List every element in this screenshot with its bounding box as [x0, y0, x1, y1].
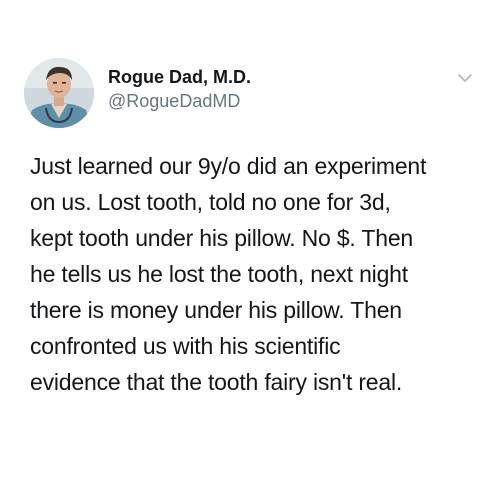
author-handle[interactable]: @RogueDadMD: [108, 91, 240, 112]
tweet-text-line: confronted us with his scientific: [30, 333, 341, 359]
profile-photo-icon: [24, 58, 94, 128]
tweet-card: Rogue Dad, M.D. @RogueDadMD Just learned…: [0, 0, 500, 500]
tweet-text-line: Just learned our 9y/o did an experiment: [30, 153, 427, 179]
avatar[interactable]: [24, 58, 94, 128]
author-display-name[interactable]: Rogue Dad, M.D.: [108, 67, 251, 88]
tweet-text-line: on us. Lost tooth, told no one for 3d,: [30, 189, 391, 215]
tweet-text: Just learned our 9y/o did an experiment …: [30, 148, 490, 400]
tweet-text-line: there is money under his pillow. Then: [30, 297, 402, 323]
tweet-text-line: evidence that the tooth fairy isn't real…: [30, 369, 403, 395]
chevron-down-icon[interactable]: [457, 70, 473, 86]
tweet-text-line: kept tooth under his pillow. No $. Then: [30, 225, 414, 251]
tweet-text-line: he tells us he lost the tooth, next nigh…: [30, 261, 408, 287]
